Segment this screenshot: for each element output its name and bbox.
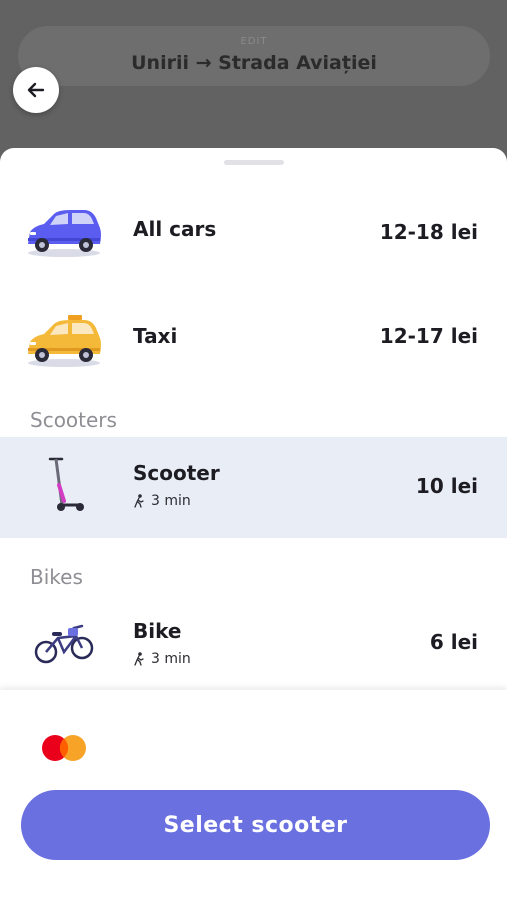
scooter-price: 10 lei: [415, 474, 478, 498]
scooter-title: Scooter: [133, 461, 220, 485]
bike-walk-time: 3 min: [133, 651, 191, 667]
walking-icon: [134, 652, 144, 666]
option-taxi[interactable]: Taxi 12-17 lei: [0, 288, 507, 388]
walking-icon: [134, 494, 144, 508]
route-pill[interactable]: EDIT Unirii → Strada Aviației: [18, 26, 490, 86]
scooters-heading: Scooters: [30, 408, 117, 432]
bikes-heading: Bikes: [30, 565, 83, 589]
scooter-walk-time-text: 3 min: [151, 493, 191, 509]
car-icon: [28, 210, 101, 257]
bike-price: 6 lei: [429, 630, 478, 654]
arrow-left-icon: [27, 82, 45, 98]
footer-panel: Select scooter: [0, 690, 507, 900]
route-edit-label: EDIT: [240, 36, 268, 47]
option-scooter[interactable]: Scooter 3 min 10 lei: [0, 437, 507, 538]
option-bike[interactable]: Bike 3 min 6 lei: [0, 593, 507, 693]
taxi-title: Taxi: [133, 324, 178, 348]
scooter-icon: [48, 457, 84, 511]
taxi-icon: [28, 315, 101, 367]
back-button[interactable]: [13, 67, 59, 113]
scooter-walk-time: 3 min: [133, 493, 191, 509]
bike-walk-time-text: 3 min: [151, 651, 191, 667]
taxi-price: 12-17 lei: [379, 324, 478, 348]
mastercard-icon[interactable]: [40, 733, 88, 763]
all-cars-title: All cars: [133, 217, 217, 241]
all-cars-price: 12-18 lei: [379, 220, 478, 244]
bike-title: Bike: [133, 619, 182, 643]
drag-handle[interactable]: [224, 160, 284, 165]
option-all-cars[interactable]: All cars 12-18 lei: [0, 178, 507, 288]
route-text: Unirii → Strada Aviației: [131, 52, 377, 74]
top-bar: EDIT Unirii → Strada Aviației: [0, 0, 507, 165]
select-scooter-button[interactable]: Select scooter: [21, 790, 490, 860]
bike-icon: [34, 624, 94, 664]
